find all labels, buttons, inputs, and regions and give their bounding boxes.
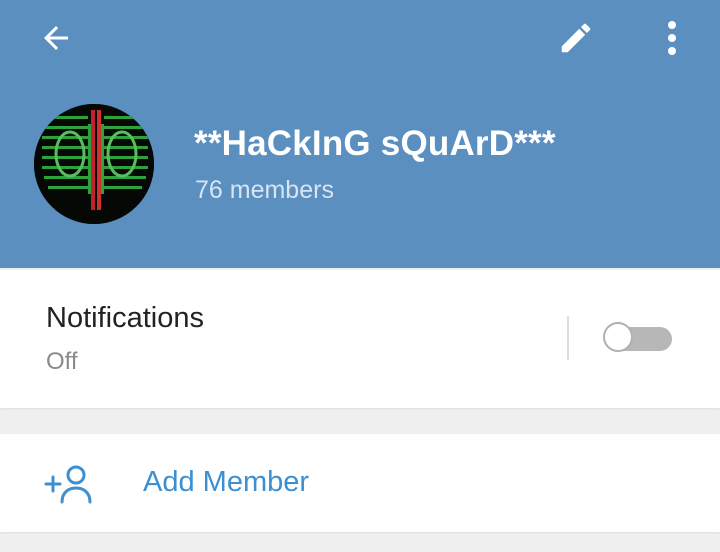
more-options-button[interactable] <box>648 16 696 60</box>
back-button[interactable] <box>32 18 80 58</box>
avatar-image <box>34 104 154 224</box>
more-vert-icon <box>668 21 676 55</box>
add-person-icon <box>44 465 92 504</box>
notifications-status: Off <box>46 348 78 375</box>
notifications-row[interactable]: Notifications Off <box>0 270 720 408</box>
profile-header: **HaCkInG sQuArD*** 76 members <box>0 0 720 268</box>
group-name: **HaCkInG sQuArD*** <box>194 124 556 163</box>
notifications-label: Notifications <box>46 302 204 334</box>
divider <box>567 316 569 360</box>
add-member-label: Add Member <box>143 466 310 498</box>
arrow-left-icon <box>44 26 68 50</box>
edit-button[interactable] <box>552 16 600 60</box>
group-avatar[interactable] <box>34 104 154 224</box>
pencil-icon <box>561 23 591 53</box>
add-member-row[interactable]: Add Member <box>0 434 720 532</box>
member-count: 76 members <box>195 176 334 204</box>
notifications-toggle[interactable] <box>602 322 674 356</box>
toggle-knob <box>603 322 633 352</box>
